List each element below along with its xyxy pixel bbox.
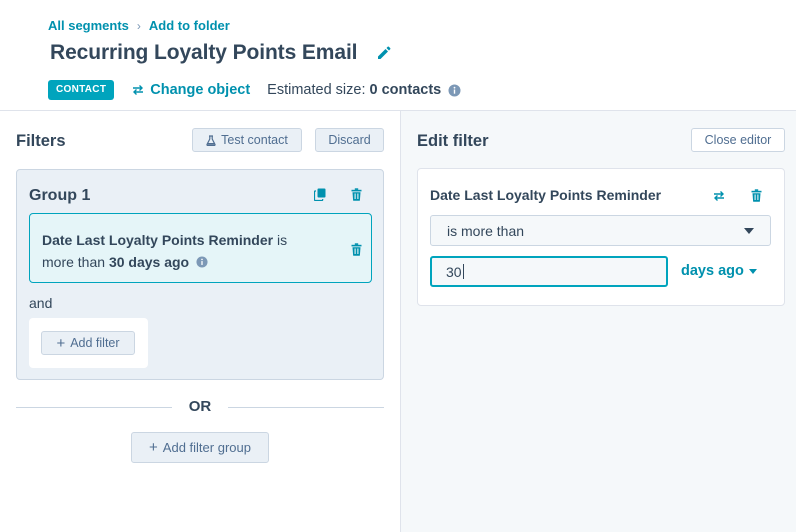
- add-filter-label: Add filter: [70, 336, 120, 350]
- breadcrumb: All segments › Add to folder: [48, 18, 230, 33]
- close-editor-button[interactable]: Close editor: [691, 128, 785, 152]
- swap-arrows-icon[interactable]: [711, 188, 727, 204]
- trash-icon[interactable]: [348, 186, 364, 202]
- segment-meta: CONTACT Change object Estimated size: 0 …: [48, 80, 461, 100]
- text-cursor: [462, 264, 464, 279]
- unit-dropdown-value: days ago: [681, 263, 744, 279]
- plus-icon: +: [56, 334, 66, 352]
- number-input[interactable]: 30: [430, 256, 668, 287]
- edit-filter-card: Date Last Loyalty Points Reminder is mor…: [417, 168, 785, 306]
- change-object-label: Change object: [150, 82, 251, 98]
- number-input-value: 30: [446, 263, 462, 280]
- chevron-down-icon: [748, 268, 757, 274]
- page-title: Recurring Loyalty Points Email: [50, 41, 358, 64]
- clone-icon[interactable]: [312, 186, 328, 202]
- breadcrumb-separator: ›: [136, 18, 141, 33]
- test-contact-button[interactable]: Test contact: [192, 128, 302, 152]
- test-contact-label: Test contact: [221, 133, 288, 147]
- filters-title: Filters: [16, 132, 66, 150]
- group-title: Group 1: [29, 187, 91, 204]
- edit-filter-panel: Edit filter Close editor Date Last Loyal…: [401, 111, 796, 532]
- trash-icon[interactable]: [348, 241, 364, 257]
- operator-select[interactable]: is more than: [430, 215, 771, 246]
- object-type-badge: CONTACT: [48, 80, 115, 100]
- chevron-down-icon: [744, 228, 754, 234]
- add-filter-group-button[interactable]: + Add filter group: [131, 432, 269, 463]
- filter-card[interactable]: Date Last Loyalty Points Reminder is mor…: [29, 213, 372, 283]
- add-filter-group-label: Add filter group: [162, 440, 251, 455]
- change-object-link[interactable]: Change object: [132, 82, 250, 98]
- edit-filter-property: Date Last Loyalty Points Reminder: [430, 187, 662, 203]
- filter-operator-rest: more than: [42, 254, 106, 270]
- unit-dropdown[interactable]: days ago: [681, 263, 757, 279]
- info-icon[interactable]: [196, 256, 208, 268]
- plus-icon: +: [149, 439, 158, 456]
- filter-value: 30 days ago: [108, 254, 190, 270]
- swap-arrows-icon: [132, 84, 144, 96]
- title-row: Recurring Loyalty Points Email: [50, 41, 393, 65]
- filter-group-card: Group 1 Date Last Loyalty Points Reminde…: [16, 169, 384, 380]
- trash-icon[interactable]: [748, 187, 764, 203]
- flask-icon: [206, 134, 216, 146]
- operator-select-value: is more than: [447, 222, 525, 239]
- info-icon[interactable]: [448, 84, 461, 97]
- and-joiner: and: [29, 295, 53, 311]
- filter-summary: Date Last Loyalty Points Reminder is mor…: [42, 229, 312, 273]
- breadcrumb-add-to-folder[interactable]: Add to folder: [149, 18, 230, 33]
- discard-button[interactable]: Discard: [315, 128, 384, 152]
- edit-filter-title: Edit filter: [417, 132, 489, 150]
- add-filter-button[interactable]: + Add filter: [41, 331, 135, 355]
- filter-operator: is: [276, 232, 288, 248]
- pencil-icon[interactable]: [375, 44, 393, 62]
- add-filter-container: + Add filter: [29, 318, 148, 368]
- estimated-size-label: Estimated size:: [267, 82, 366, 98]
- filter-property: Date Last Loyalty Points Reminder: [42, 232, 274, 248]
- segment-header: All segments › Add to folder Recurring L…: [0, 0, 796, 111]
- filters-panel: Filters Test contact Discard Group 1 Dat…: [0, 111, 400, 532]
- estimated-size: Estimated size: 0 contacts: [267, 82, 441, 98]
- estimated-size-value: 0 contacts: [369, 82, 442, 98]
- or-label: OR: [188, 398, 212, 415]
- or-divider: OR: [16, 397, 384, 417]
- breadcrumb-all-segments[interactable]: All segments: [48, 18, 129, 33]
